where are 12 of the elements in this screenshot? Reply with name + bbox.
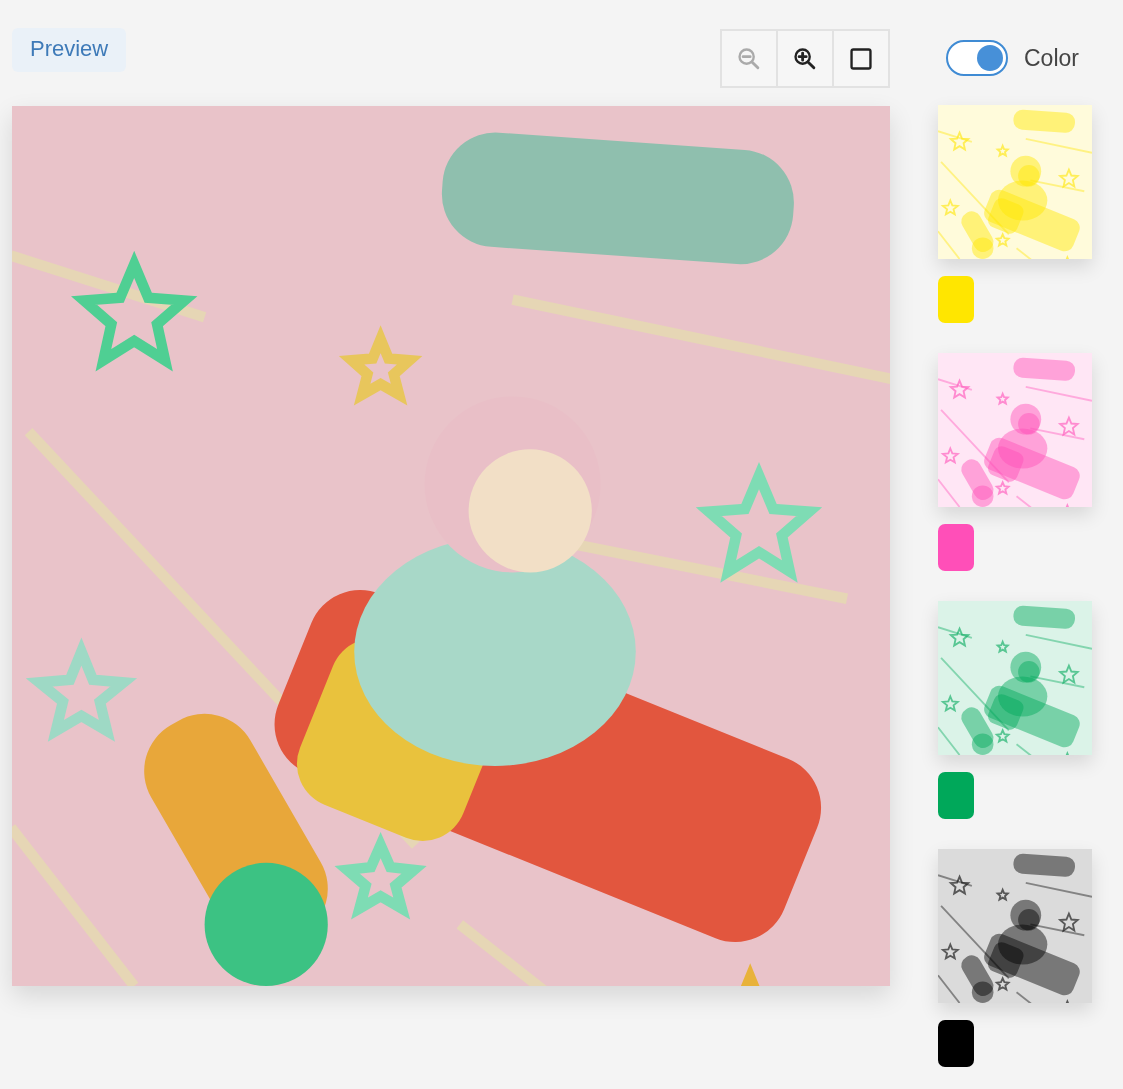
toggle-label: Color (1024, 44, 1079, 72)
zoom-out-icon (736, 45, 762, 72)
toggle-switch[interactable] (946, 40, 1008, 76)
preview-tab[interactable]: Preview (12, 28, 127, 72)
color-swatch[interactable] (938, 276, 974, 323)
square-icon (848, 45, 874, 72)
color-swatch[interactable] (938, 524, 974, 571)
color-swatch[interactable] (938, 772, 974, 819)
zoom-in-icon (792, 45, 818, 72)
fit-button[interactable] (832, 29, 890, 88)
zoom-in-button[interactable] (776, 29, 834, 88)
color-swatch[interactable] (938, 1020, 974, 1067)
